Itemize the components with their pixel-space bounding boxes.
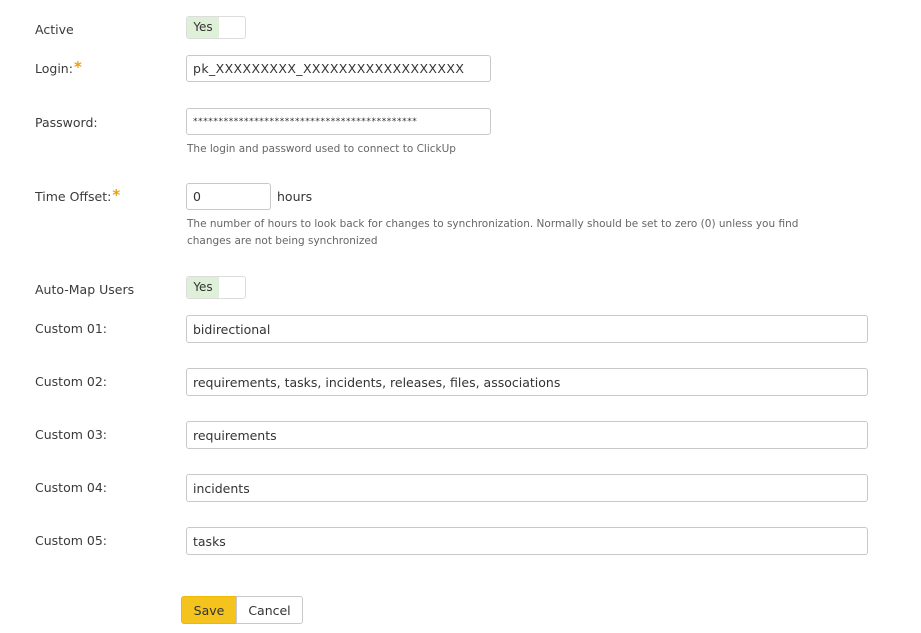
login-required-mark: * — [73, 58, 82, 76]
login-input[interactable] — [186, 55, 491, 82]
time-offset-help-line-1: The number of hours to look back for cha… — [187, 218, 799, 230]
auto-map-users-toggle[interactable]: Yes — [186, 276, 246, 299]
custom-02-input[interactable] — [186, 368, 868, 396]
custom-05-label: Custom 05: — [35, 533, 107, 548]
active-toggle[interactable]: Yes — [186, 16, 246, 39]
custom-02-label: Custom 02: — [35, 374, 107, 389]
password-help-text: The login and password used to connect t… — [187, 143, 456, 155]
time-offset-unit: hours — [277, 189, 313, 204]
time-offset-required-mark: * — [112, 186, 121, 204]
cancel-button[interactable]: Cancel — [236, 596, 303, 624]
save-button[interactable]: Save — [181, 596, 237, 624]
password-input[interactable] — [186, 108, 491, 135]
custom-04-label: Custom 04: — [35, 480, 107, 495]
time-offset-label: Time Offset:* — [35, 186, 121, 204]
custom-01-label: Custom 01: — [35, 321, 107, 336]
auto-map-users-toggle-on: Yes — [187, 277, 219, 298]
login-label: Login:* — [35, 58, 82, 76]
time-offset-input[interactable] — [186, 183, 271, 210]
custom-04-input[interactable] — [186, 474, 868, 502]
custom-03-label: Custom 03: — [35, 427, 107, 442]
password-label: Password: — [35, 115, 98, 130]
active-label: Active — [35, 22, 74, 37]
custom-05-input[interactable] — [186, 527, 868, 555]
auto-map-users-label: Auto-Map Users — [35, 282, 135, 297]
custom-03-input[interactable] — [186, 421, 868, 449]
time-offset-help-line-2: changes are not being synchronized — [187, 235, 378, 247]
active-toggle-on: Yes — [187, 17, 219, 38]
custom-01-input[interactable] — [186, 315, 868, 343]
